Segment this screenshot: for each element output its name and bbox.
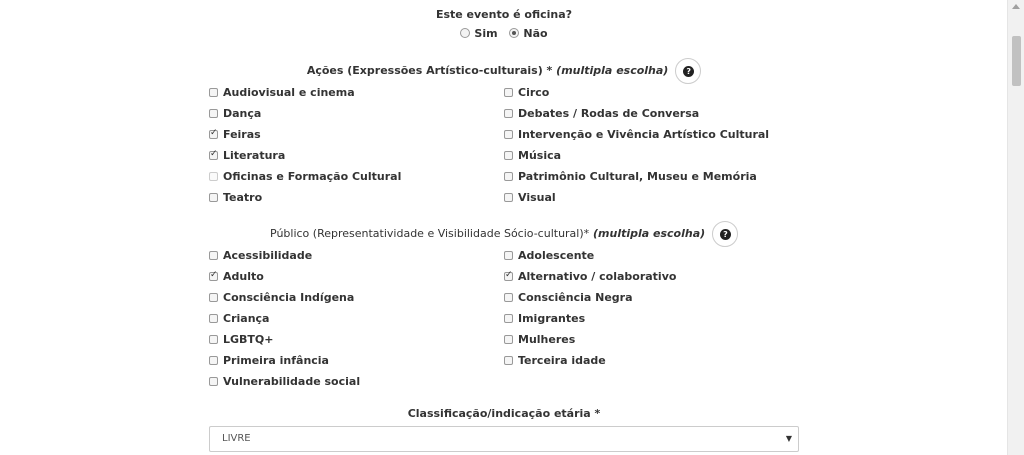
publico-checkbox-item[interactable]: LGBTQ+	[209, 333, 274, 346]
checkbox[interactable]	[504, 193, 513, 202]
checkbox[interactable]	[209, 293, 218, 302]
checkbox[interactable]	[504, 251, 513, 260]
checkbox[interactable]	[209, 377, 218, 386]
vertical-scrollbar[interactable]	[1007, 0, 1024, 455]
checkbox-label: Intervenção e Vivência Artístico Cultura…	[518, 128, 770, 141]
acoes-checkbox-item[interactable]: Dança	[209, 107, 261, 120]
checkbox	[209, 172, 218, 181]
acoes-checkbox-item[interactable]: Intervenção e Vivência Artístico Cultura…	[504, 128, 769, 141]
checkbox-label: Primeira infância	[223, 354, 329, 367]
radio-sim[interactable]: Sim	[460, 27, 498, 40]
acoes-checkbox-item[interactable]: Feiras	[209, 128, 261, 141]
acoes-checkbox-item: Oficinas e Formação Cultural	[209, 170, 401, 183]
radio-sim-circle[interactable]	[460, 28, 471, 38]
acoes-checkbox-item[interactable]: Música	[504, 149, 561, 162]
classificacao-label: Classificação/indicação etária *	[407, 407, 601, 420]
classificacao-select[interactable]: LIVRE ▼	[209, 426, 799, 452]
checkbox[interactable]	[209, 109, 218, 118]
checkbox[interactable]	[504, 151, 513, 160]
acoes-checkbox-item[interactable]: Visual	[504, 191, 556, 204]
checkbox-label: Adulto	[223, 270, 264, 283]
checkbox-label: Debates / Rodas de Conversa	[518, 107, 700, 120]
checkbox-label: Adolescente	[518, 249, 595, 262]
checkbox-label: Circo	[518, 86, 550, 99]
dropdown-arrow-icon: ▼	[785, 434, 792, 443]
acoes-checkbox-item[interactable]: Literatura	[209, 149, 285, 162]
acoes-checkbox-item[interactable]: Debates / Rodas de Conversa	[504, 107, 699, 120]
acoes-checkbox-item[interactable]: Audiovisual e cinema	[209, 86, 355, 99]
oficina-radio-group: Sim Não	[209, 27, 799, 40]
acoes-multi-hint: (multipla escolha)	[556, 64, 669, 77]
checkbox[interactable]	[209, 128, 218, 139]
checkbox-label: Audiovisual e cinema	[223, 86, 355, 99]
radio-nao[interactable]: Não	[509, 27, 548, 40]
publico-title: Público (Representatividade e Visibilida…	[209, 221, 799, 247]
publico-checkbox-item[interactable]: Terceira idade	[504, 354, 606, 367]
checkbox-label: Acessibilidade	[223, 249, 313, 262]
checkbox-label: Criança	[223, 312, 270, 325]
checkbox[interactable]	[504, 270, 513, 281]
checkbox-label: Consciência Indígena	[223, 291, 355, 304]
checkbox-label: LGBTQ+	[223, 333, 274, 346]
publico-checkbox-item[interactable]: Vulnerabilidade social	[209, 375, 360, 388]
checkbox-label: Música	[518, 149, 562, 162]
checkbox-label: Dança	[223, 107, 262, 120]
checkbox[interactable]	[209, 149, 218, 160]
checkbox[interactable]	[209, 193, 218, 202]
checkbox[interactable]	[209, 314, 218, 323]
publico-checkbox-item[interactable]: Primeira infância	[209, 354, 329, 367]
acoes-checkbox-item[interactable]: Patrimônio Cultural, Museu e Memória	[504, 170, 757, 183]
checkbox-label: Oficinas e Formação Cultural	[223, 170, 402, 183]
radio-nao-circle[interactable]	[509, 28, 520, 38]
acoes-checkbox-item[interactable]: Circo	[504, 86, 549, 99]
scrollbar-thumb[interactable]	[1012, 36, 1021, 86]
checkbox[interactable]	[209, 356, 218, 365]
publico-checkbox-item[interactable]: Acessibilidade	[209, 249, 312, 262]
publico-checkbox-item[interactable]: Consciência Negra	[504, 291, 633, 304]
checkbox-label: Vulnerabilidade social	[223, 375, 361, 388]
classificacao-selected-value: LIVRE	[222, 433, 251, 444]
acoes-checkbox-item[interactable]: Teatro	[209, 191, 262, 204]
publico-checkbox-item[interactable]: Imigrantes	[504, 312, 585, 325]
checkbox-label: Consciência Negra	[518, 291, 633, 304]
checkbox-label: Feiras	[223, 128, 261, 141]
checkbox[interactable]	[504, 335, 513, 344]
oficina-question: Este evento é oficina?	[435, 8, 573, 21]
question-circle-icon[interactable]: ?	[675, 58, 702, 84]
publico-checkbox-item[interactable]: Criança	[209, 312, 269, 325]
checkbox[interactable]	[504, 356, 513, 365]
checkbox-label: Alternativo / colaborativo	[518, 270, 677, 283]
publico-checkbox-item[interactable]: Adolescente	[504, 249, 594, 262]
acoes-title-text: Ações (Expressões Artístico-culturais) *	[306, 64, 553, 77]
acoes-title: Ações (Expressões Artístico-culturais) *…	[209, 58, 799, 84]
checkbox[interactable]	[209, 88, 218, 97]
publico-title-text: Público (Representatividade e Visibilida…	[270, 227, 590, 240]
publico-checkbox-item[interactable]: Alternativo / colaborativo	[504, 270, 676, 283]
checkbox-label: Visual	[518, 191, 556, 204]
checkbox[interactable]	[209, 251, 218, 260]
scroll-up-arrow-icon[interactable]	[1012, 4, 1020, 9]
checkbox[interactable]	[504, 88, 513, 97]
checkbox[interactable]	[504, 130, 513, 139]
publico-checkbox-item[interactable]: Adulto	[209, 270, 264, 283]
checkbox-label: Terceira idade	[518, 354, 606, 367]
checkbox-label: Mulheres	[518, 333, 576, 346]
checkbox[interactable]	[209, 335, 218, 344]
checkbox-label: Literatura	[223, 149, 286, 162]
checkbox-label: Patrimônio Cultural, Museu e Memória	[518, 170, 757, 183]
checkbox[interactable]	[209, 270, 218, 281]
question-circle-icon[interactable]: ?	[712, 221, 738, 247]
publico-multi-hint: (multipla escolha)	[593, 227, 706, 240]
radio-nao-label: Não	[523, 27, 548, 40]
checkbox-label: Imigrantes	[518, 312, 586, 325]
checkbox[interactable]	[504, 172, 513, 181]
checkbox-label: Teatro	[223, 191, 263, 204]
publico-checkbox-item[interactable]: Consciência Indígena	[209, 291, 354, 304]
checkbox[interactable]	[504, 314, 513, 323]
publico-checkbox-item[interactable]: Mulheres	[504, 333, 575, 346]
checkbox[interactable]	[504, 293, 513, 302]
checkbox[interactable]	[504, 109, 513, 118]
radio-sim-label: Sim	[474, 27, 498, 40]
